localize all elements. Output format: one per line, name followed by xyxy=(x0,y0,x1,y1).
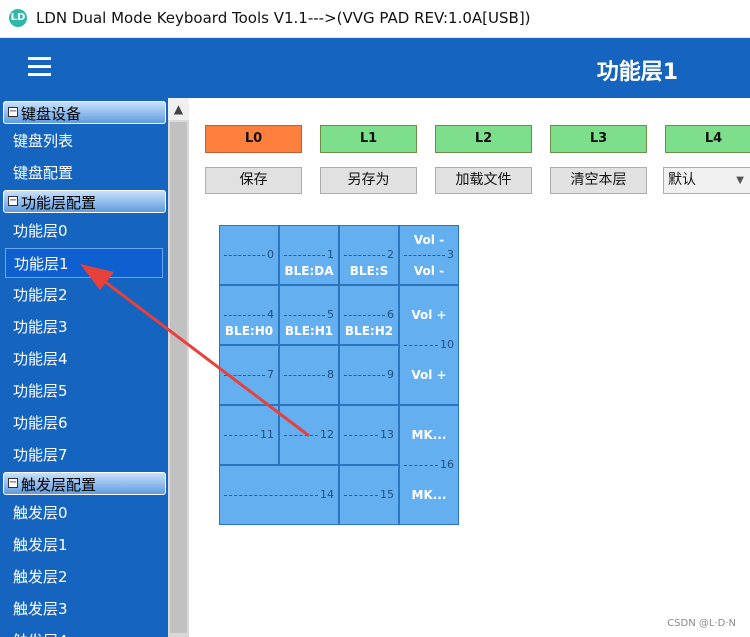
key-label-top: Vol + xyxy=(411,308,447,322)
key-11[interactable]: 11 xyxy=(219,405,279,465)
collapse-icon[interactable]: − xyxy=(8,478,18,488)
chevron-down-icon: ▼ xyxy=(736,175,744,186)
layer-tab-l2[interactable]: L2 xyxy=(435,125,532,153)
sidebar-group-trigger-config[interactable]: − 触发层配置 xyxy=(3,472,166,495)
key-label: Vol - xyxy=(413,264,445,278)
default-select-value: 默认 xyxy=(668,172,696,188)
key-7[interactable]: 7 xyxy=(219,345,279,405)
sidebar-item-layer-3[interactable]: 功能层3 xyxy=(5,312,163,342)
sidebar-item-trigger-3[interactable]: 触发层3 xyxy=(5,594,163,624)
sidebar-item-layer-2[interactable]: 功能层2 xyxy=(5,280,163,310)
key-15[interactable]: 15 xyxy=(339,465,399,525)
key-10[interactable]: Vol + 10 Vol + xyxy=(399,285,459,405)
window-title: LDN Dual Mode Keyboard Tools V1.1--->(VV… xyxy=(36,9,531,27)
scrollbar-thumb[interactable] xyxy=(170,122,187,633)
sidebar-item-layer-5[interactable]: 功能层5 xyxy=(5,376,163,406)
key-label: BLE:H0 xyxy=(224,324,274,338)
sidebar-group-keyboard-device[interactable]: − 键盘设备 xyxy=(3,101,166,124)
sidebar-item-trigger-2[interactable]: 触发层2 xyxy=(5,562,163,592)
key-9[interactable]: 9 xyxy=(339,345,399,405)
key-label: BLE:DA xyxy=(284,264,334,278)
sidebar-item-keyboard-list[interactable]: 键盘列表 xyxy=(5,126,163,156)
key-13[interactable]: 13 xyxy=(339,405,399,465)
layer-tab-l1[interactable]: L1 xyxy=(320,125,417,153)
keyboard-layout: 0 1 BLE:DA 2 BLE:S Vol - 3 Vol - 4 BLE:H… xyxy=(219,225,459,525)
key-6[interactable]: 6 BLE:H2 xyxy=(339,285,399,345)
collapse-icon[interactable]: − xyxy=(8,196,18,206)
key-14[interactable]: 14 xyxy=(219,465,339,525)
key-5[interactable]: 5 BLE:H1 xyxy=(279,285,339,345)
sidebar-item-trigger-4[interactable]: 触发层4 xyxy=(5,626,163,637)
key-label-top: Vol - xyxy=(413,233,445,247)
key-label-top: MK... xyxy=(411,428,447,442)
sidebar-group-label: 功能层配置 xyxy=(21,194,97,212)
app-header: 功能层1 xyxy=(0,38,750,98)
key-1[interactable]: 1 BLE:DA xyxy=(279,225,339,285)
layer-tab-l3[interactable]: L3 xyxy=(550,125,647,153)
sidebar-group-label: 触发层配置 xyxy=(21,476,97,494)
sidebar-item-trigger-0[interactable]: 触发层0 xyxy=(5,498,163,528)
hamburger-menu-icon[interactable] xyxy=(28,57,51,77)
scroll-up-icon[interactable]: ▲ xyxy=(168,98,189,120)
key-3[interactable]: Vol - 3 Vol - xyxy=(399,225,459,285)
save-button[interactable]: 保存 xyxy=(205,167,302,194)
sidebar-scrollbar[interactable]: ▲ xyxy=(168,98,189,637)
key-label: BLE:S xyxy=(349,264,389,278)
layer-tab-l0[interactable]: L0 xyxy=(205,125,302,153)
default-select[interactable]: 默认 ▼ xyxy=(663,167,750,194)
app-logo-icon: LD xyxy=(9,9,27,27)
sidebar-item-keyboard-config[interactable]: 键盘配置 xyxy=(5,158,163,188)
sidebar-item-layer-0[interactable]: 功能层0 xyxy=(5,216,163,246)
load-file-button[interactable]: 加载文件 xyxy=(435,167,532,194)
sidebar: − 键盘设备 键盘列表 键盘配置 − 功能层配置 功能层0 功能层1 功能层2 … xyxy=(0,98,168,637)
sidebar-item-trigger-1[interactable]: 触发层1 xyxy=(5,530,163,560)
save-as-button[interactable]: 另存为 xyxy=(320,167,417,194)
key-label: BLE:H1 xyxy=(284,324,334,338)
clear-layer-button[interactable]: 清空本层 xyxy=(550,167,647,194)
key-label: MK... xyxy=(411,488,447,502)
key-4[interactable]: 4 BLE:H0 xyxy=(219,285,279,345)
sidebar-item-layer-7[interactable]: 功能层7 xyxy=(5,440,163,470)
sidebar-item-layer-6[interactable]: 功能层6 xyxy=(5,408,163,438)
title-bar: LD LDN Dual Mode Keyboard Tools V1.1--->… xyxy=(0,0,750,38)
sidebar-group-layer-config[interactable]: − 功能层配置 xyxy=(3,190,166,213)
main-content: L0 L1 L2 L3 L4 保存 另存为 加载文件 清空本层 默认 ▼ 0 1… xyxy=(189,98,750,637)
sidebar-item-layer-1[interactable]: 功能层1 xyxy=(5,248,163,278)
sidebar-item-layer-4[interactable]: 功能层4 xyxy=(5,344,163,374)
watermark: CSDN @L·D·N xyxy=(667,618,736,629)
key-label: BLE:H2 xyxy=(344,324,394,338)
layer-tab-l4[interactable]: L4 xyxy=(665,125,750,153)
key-label: Vol + xyxy=(411,368,447,382)
sidebar-group-label: 键盘设备 xyxy=(21,105,82,123)
key-0[interactable]: 0 xyxy=(219,225,279,285)
key-16[interactable]: MK... 16 MK... xyxy=(399,405,459,525)
collapse-icon[interactable]: − xyxy=(8,107,18,117)
page-title: 功能层1 xyxy=(596,60,678,85)
key-8[interactable]: 8 xyxy=(279,345,339,405)
key-12[interactable]: 12 xyxy=(279,405,339,465)
key-2[interactable]: 2 BLE:S xyxy=(339,225,399,285)
